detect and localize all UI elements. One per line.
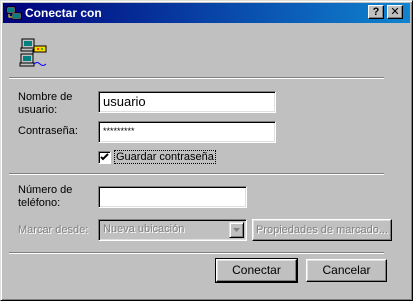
phone-label-line2: teléfono: [18,197,61,209]
phone-label: Número de teléfono: [18,184,72,210]
checkmark-icon [100,153,109,161]
connect-dialog: Conectar con ? ✕ Nombre de usuario: usua… [0,0,413,301]
dialup-networking-computers-icon [19,38,47,67]
connect-button[interactable]: Conectar [215,258,298,283]
help-button[interactable]: ? [368,5,384,19]
username-label: Nombre de usuario: [18,91,72,117]
cancel-button[interactable]: Cancelar [306,259,387,282]
username-value: usuario [103,94,146,109]
chevron-down-icon [233,228,240,232]
title-bar[interactable]: Conectar con ? ✕ [3,3,410,23]
username-label-line2: usuario: [18,104,58,116]
password-field[interactable]: ********* [98,121,276,143]
password-value: ********* [103,126,135,136]
dialup-connection-icon [6,6,22,20]
dial-properties-button[interactable]: Propiedades de marcado... [252,219,392,241]
divider-bottom [9,252,384,254]
dial-from-select[interactable]: Nueva ubicación [98,219,247,241]
phone-label-line1: Número de [18,184,73,196]
save-password-label[interactable]: Guardar contraseña [114,150,216,164]
dial-from-value: Nueva ubicación [103,223,185,235]
dial-from-label: Marcar desde: [18,224,89,236]
close-button[interactable]: ✕ [387,5,403,19]
username-field[interactable]: usuario [98,91,276,113]
save-password-checkbox[interactable] [98,151,111,164]
window-title: Conectar con [25,6,102,20]
phone-field[interactable] [98,186,247,208]
dropdown-button[interactable] [229,222,244,238]
divider-middle [9,173,384,175]
divider-top [9,77,384,79]
username-label-line1: Nombre de [18,91,73,103]
password-label: Contraseña: [18,125,78,137]
